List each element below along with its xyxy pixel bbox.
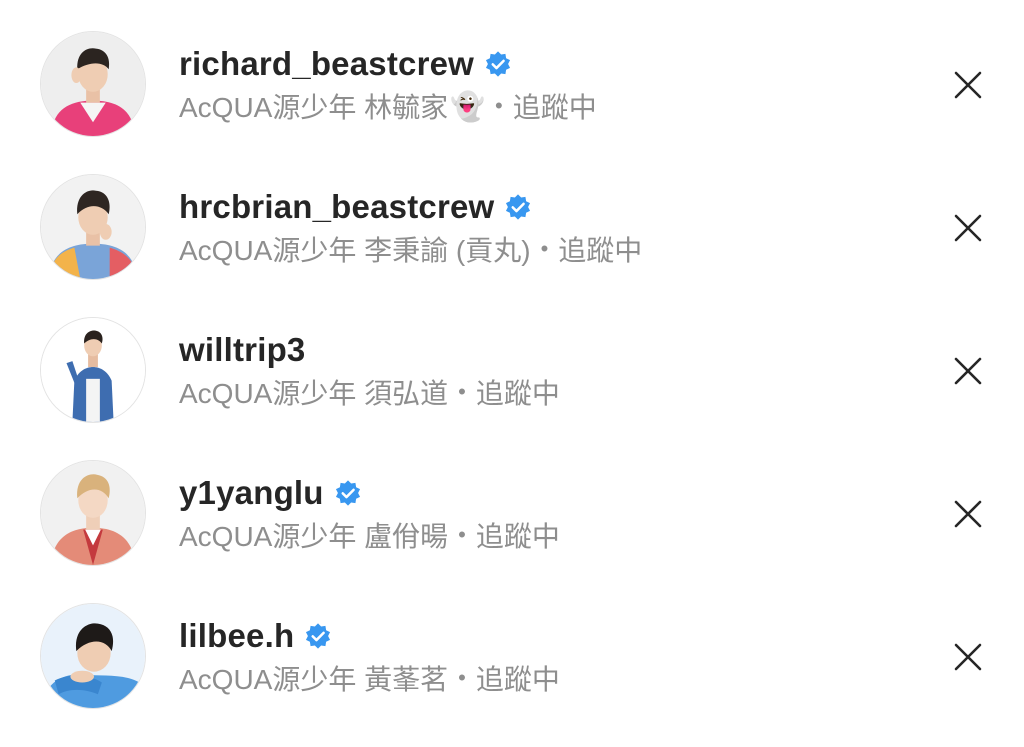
- account-subtitle: AcQUA源少年 林毓家 👻 • 追蹤中: [179, 88, 597, 124]
- avatar[interactable]: [40, 174, 146, 280]
- bio-text: AcQUA源少年 李秉諭 (貢丸): [179, 235, 531, 266]
- avatar[interactable]: [40, 317, 146, 423]
- username[interactable]: y1yanglu: [179, 474, 324, 512]
- verified-badge-icon: [486, 51, 511, 77]
- following-status: 追蹤中: [558, 235, 643, 266]
- following-status: 追蹤中: [512, 92, 597, 123]
- list-item[interactable]: richard_beastcrew AcQUA源少年 林毓家 👻 • 追蹤中: [0, 12, 1024, 155]
- separator-dot: •: [495, 93, 503, 118]
- avatar[interactable]: [40, 31, 146, 137]
- separator-dot: •: [458, 665, 466, 690]
- remove-button[interactable]: [952, 641, 984, 673]
- username[interactable]: hrcbrian_beastcrew: [179, 188, 494, 226]
- list-item[interactable]: y1yanglu AcQUA源少年 盧佾暘 • 追蹤中: [0, 441, 1024, 584]
- remove-button[interactable]: [952, 355, 984, 387]
- list-item[interactable]: hrcbrian_beastcrew AcQUA源少年 李秉諭 (貢丸) • 追…: [0, 155, 1024, 298]
- verified-badge-icon: [506, 194, 531, 220]
- ghost-emoji: 👻: [450, 90, 486, 122]
- separator-dot: •: [540, 236, 549, 261]
- bio-text: AcQUA源少年 須弘道: [179, 378, 449, 409]
- following-status: 追蹤中: [475, 521, 560, 552]
- remove-button[interactable]: [952, 212, 984, 244]
- verified-badge-icon: [335, 480, 360, 506]
- account-subtitle: AcQUA源少年 李秉諭 (貢丸) • 追蹤中: [179, 231, 642, 267]
- bio-text: AcQUA源少年 林毓家: [179, 92, 449, 123]
- bio-text: AcQUA源少年 盧佾暘: [179, 521, 449, 552]
- close-icon: [954, 214, 982, 242]
- account-subtitle: AcQUA源少年 須弘道 • 追蹤中: [179, 374, 560, 410]
- username[interactable]: willtrip3: [179, 331, 306, 369]
- remove-button[interactable]: [952, 69, 984, 101]
- avatar[interactable]: [40, 603, 146, 709]
- avatar[interactable]: [40, 460, 146, 566]
- separator-dot: •: [458, 522, 466, 547]
- following-status: 追蹤中: [475, 664, 560, 695]
- list-item[interactable]: lilbee.h AcQUA源少年 黃莑茗 • 追蹤中: [0, 584, 1024, 727]
- close-icon: [954, 71, 982, 99]
- following-status: 追蹤中: [475, 378, 560, 409]
- close-icon: [954, 643, 982, 671]
- bio-text: AcQUA源少年 黃莑茗: [179, 664, 449, 695]
- username[interactable]: lilbee.h: [179, 617, 294, 655]
- list-item[interactable]: willtrip3 AcQUA源少年 須弘道 • 追蹤中: [0, 298, 1024, 441]
- separator-dot: •: [458, 379, 466, 404]
- remove-button[interactable]: [952, 498, 984, 530]
- following-list: richard_beastcrew AcQUA源少年 林毓家 👻 • 追蹤中 h…: [0, 0, 1024, 747]
- account-subtitle: AcQUA源少年 黃莑茗 • 追蹤中: [179, 660, 560, 696]
- close-icon: [954, 500, 982, 528]
- close-icon: [954, 357, 982, 385]
- verified-badge-icon: [306, 623, 331, 649]
- account-subtitle: AcQUA源少年 盧佾暘 • 追蹤中: [179, 517, 560, 553]
- username[interactable]: richard_beastcrew: [179, 45, 474, 83]
